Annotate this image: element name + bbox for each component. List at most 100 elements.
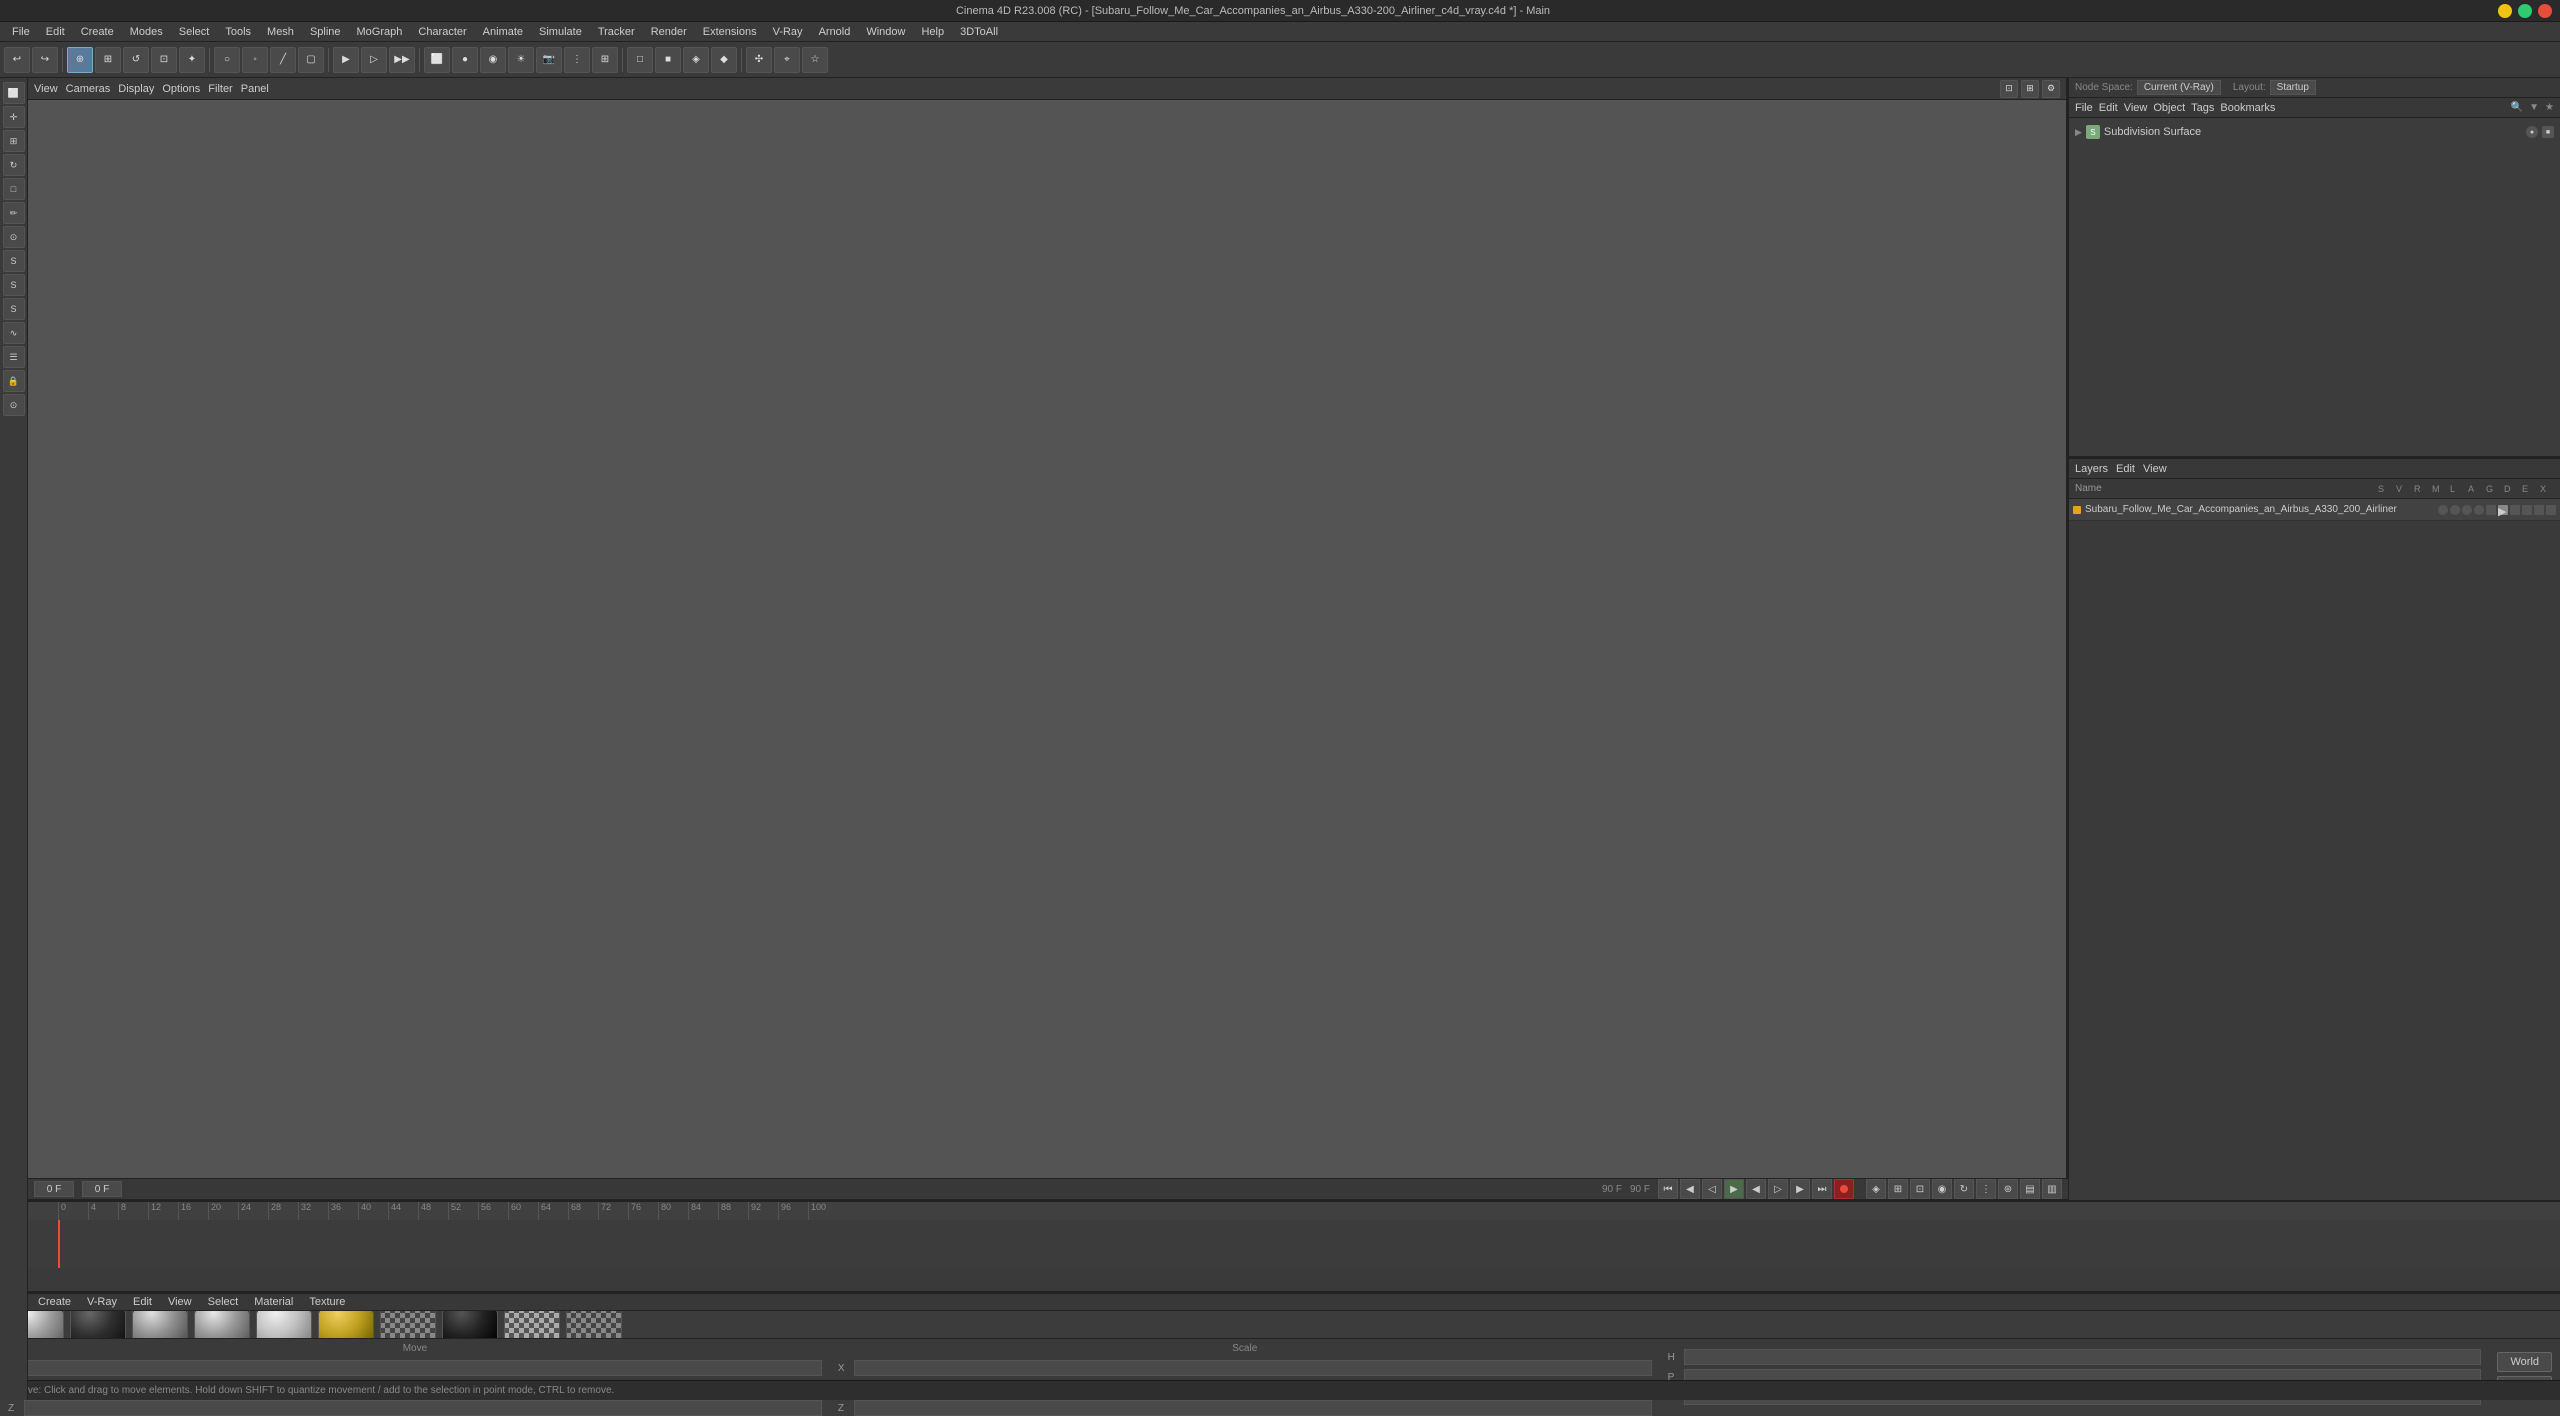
tool-pen[interactable]: ✏ (3, 202, 25, 224)
transport-play-rev[interactable]: ◀ (1746, 1179, 1766, 1199)
menu-tracker[interactable]: Tracker (590, 24, 643, 40)
menu-modes[interactable]: Modes (122, 24, 171, 40)
toolbar-snap[interactable]: ✣ (746, 47, 772, 73)
layers-tab-layers[interactable]: Layers (2075, 463, 2108, 475)
menu-help[interactable]: Help (913, 24, 952, 40)
search-icon[interactable]: 🔍 (2511, 102, 2523, 113)
material-2[interactable]: Airbus_A (132, 1311, 188, 1338)
toolbar-render-btn[interactable]: ▶ (333, 47, 359, 73)
transport-end[interactable]: ⏭ (1812, 1179, 1832, 1199)
btn-edit[interactable]: Edit (129, 1295, 156, 1309)
vp-settings[interactable]: ⚙ (2042, 80, 2060, 98)
scale-z-input[interactable] (854, 1400, 1652, 1416)
tool-rotate[interactable]: ↻ (3, 154, 25, 176)
toolbar-object-mode[interactable]: ○ (214, 47, 240, 73)
tool-s2[interactable]: S (3, 274, 25, 296)
layer-item-0[interactable]: Subaru_Follow_Me_Car_Accompanies_an_Airb… (2069, 499, 2560, 521)
obj-tab-edit[interactable]: Edit (2099, 102, 2118, 114)
viewport-main[interactable]: View Cameras Display Options Filter Pane… (28, 78, 2068, 1200)
subdivision-surface-item[interactable]: ▶ S Subdivision Surface ● ■ (2075, 122, 2554, 142)
menu-tools[interactable]: Tools (217, 24, 259, 40)
playback-opt8[interactable]: ▤ (2020, 1179, 2040, 1199)
btn-texture[interactable]: Texture (305, 1295, 349, 1309)
timeline-content[interactable] (28, 1220, 2560, 1268)
vp-menu-cameras[interactable]: Cameras (66, 83, 111, 95)
tool-layers[interactable]: ☰ (3, 346, 25, 368)
toolbar-ref[interactable]: ☆ (802, 47, 828, 73)
layer-ctrl-s[interactable] (2438, 505, 2448, 515)
menu-arnold[interactable]: Arnold (811, 24, 859, 40)
btn-vray[interactable]: V-Ray (83, 1295, 121, 1309)
layer-ctrl-more[interactable] (2486, 505, 2496, 515)
toolbar-generator[interactable]: ⊞ (592, 47, 618, 73)
transport-next-key[interactable]: ▷ (1768, 1179, 1788, 1199)
material-3[interactable]: Airbus_A (194, 1311, 250, 1338)
search-down-icon[interactable]: ▼ (2529, 102, 2539, 113)
material-5[interactable]: Subaru_ (318, 1311, 374, 1338)
transport-play[interactable]: ▶ (1724, 1179, 1744, 1199)
tool-lock[interactable]: 🔒 (3, 370, 25, 392)
toolbar-edge-mode[interactable]: ╱ (270, 47, 296, 73)
layer-ctrl-m[interactable] (2474, 505, 2484, 515)
layer-ctrl-extra[interactable] (2510, 505, 2520, 515)
menu-edit[interactable]: Edit (38, 24, 73, 40)
toolbar-display-4[interactable]: ◆ (711, 47, 737, 73)
toolbar-display-1[interactable]: □ (627, 47, 653, 73)
scale-x-input[interactable] (854, 1360, 1652, 1376)
toolbar-light[interactable]: ☀ (508, 47, 534, 73)
tool-selection[interactable]: ⬜ (3, 82, 25, 104)
visibility-dot[interactable]: ● (2526, 126, 2538, 138)
tool-s3[interactable]: S (3, 298, 25, 320)
layer-ctrl-v[interactable] (2450, 505, 2460, 515)
menu-animate[interactable]: Animate (475, 24, 531, 40)
toolbar-undo[interactable]: ↩ (4, 47, 30, 73)
toolbar-display-2[interactable]: ■ (655, 47, 681, 73)
vp-menu-panel[interactable]: Panel (241, 83, 269, 95)
toolbar-point-mode[interactable]: ◦ (242, 47, 268, 73)
end-frame-input[interactable] (82, 1181, 122, 1197)
material-4[interactable]: Airbus_A (256, 1311, 312, 1338)
playback-opt7[interactable]: ⊛ (1998, 1179, 2018, 1199)
rot-h-input[interactable] (1684, 1349, 2482, 1365)
layer-ctrl-extra4[interactable] (2546, 505, 2556, 515)
lock-btn[interactable]: ■ (2542, 126, 2554, 138)
node-space-value[interactable]: Current (V-Ray) (2137, 80, 2221, 95)
pos-x-input[interactable] (24, 1360, 822, 1376)
toolbar-cube[interactable]: ⬜ (424, 47, 450, 73)
menu-vray[interactable]: V-Ray (765, 24, 811, 40)
vp-menu-filter[interactable]: Filter (208, 83, 232, 95)
vp-frame-all[interactable]: ⊡ (2000, 80, 2018, 98)
playback-opt3[interactable]: ⊡ (1910, 1179, 1930, 1199)
layer-ctrl-r[interactable] (2462, 505, 2472, 515)
layer-ctrl-anim[interactable]: ▶ (2498, 505, 2508, 515)
menu-mograph[interactable]: MoGraph (349, 24, 411, 40)
menu-mesh[interactable]: Mesh (259, 24, 302, 40)
vp-menu-view[interactable]: View (34, 83, 58, 95)
playback-opt2[interactable]: ⊞ (1888, 1179, 1908, 1199)
menu-simulate[interactable]: Simulate (531, 24, 590, 40)
toolbar-camera[interactable]: 📷 (536, 47, 562, 73)
current-frame-input[interactable] (34, 1181, 74, 1197)
menu-render[interactable]: Render (643, 24, 695, 40)
toolbar-nurbs[interactable]: ◉ (480, 47, 506, 73)
menu-file[interactable]: File (4, 24, 38, 40)
menu-select[interactable]: Select (171, 24, 218, 40)
vp-menu-display[interactable]: Display (118, 83, 154, 95)
layers-tab-edit[interactable]: Edit (2116, 463, 2135, 475)
tool-sculpt[interactable]: S (3, 250, 25, 272)
obj-tab-tags[interactable]: Tags (2191, 102, 2214, 114)
toolbar-transform[interactable]: ⊡ (151, 47, 177, 73)
layer-ctrl-extra2[interactable] (2522, 505, 2532, 515)
menu-extensions[interactable]: Extensions (695, 24, 765, 40)
menu-spline[interactable]: Spline (302, 24, 349, 40)
toolbar-display-3[interactable]: ◈ (683, 47, 709, 73)
tool-move[interactable]: ✛ (3, 106, 25, 128)
menu-create[interactable]: Create (73, 24, 122, 40)
playback-opt6[interactable]: ⋮ (1976, 1179, 1996, 1199)
btn-create[interactable]: Create (34, 1295, 75, 1309)
obj-tab-file[interactable]: File (2075, 102, 2093, 114)
toolbar-render-region[interactable]: ▷ (361, 47, 387, 73)
material-1[interactable]: Airbus_A (70, 1311, 126, 1338)
layout-value[interactable]: Startup (2270, 80, 2316, 95)
obj-tab-object[interactable]: Object (2153, 102, 2185, 114)
